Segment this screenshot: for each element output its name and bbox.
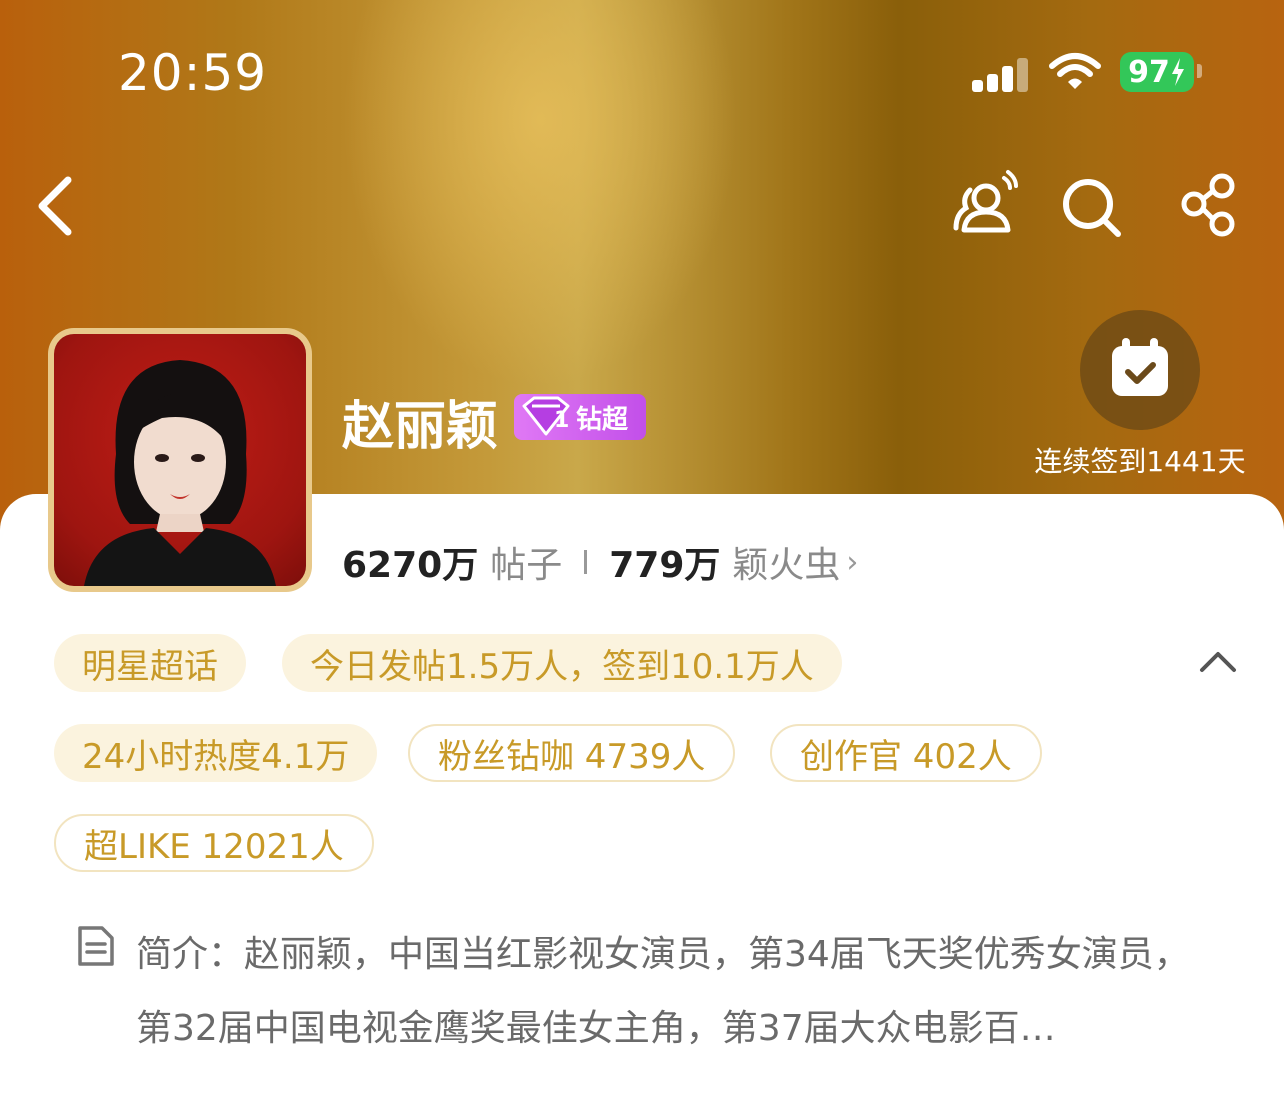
members-icon[interactable] (948, 168, 1020, 240)
posts-count: 6270万 (342, 545, 479, 586)
chip-category[interactable]: 明星超话 (54, 634, 246, 692)
posts-label: 帖子 (490, 545, 563, 586)
checkin-streak: 连续签到1441天 (1034, 445, 1246, 478)
battery-level: 97 (1128, 54, 1170, 90)
chip-today-activity[interactable]: 今日发帖1.5万人，签到10.1万人 (282, 634, 842, 692)
back-icon[interactable] (30, 170, 90, 242)
chevron-right-icon[interactable]: › (846, 545, 858, 580)
fans-count[interactable]: 779万 (609, 536, 720, 588)
avatar-image (54, 334, 306, 586)
chevron-up-icon[interactable] (1196, 644, 1240, 676)
wifi-icon (1049, 53, 1101, 89)
charging-bolt-icon (1171, 58, 1184, 86)
cellular-signal-icon (972, 56, 1032, 92)
battery-tip (1197, 64, 1202, 78)
avatar[interactable] (48, 328, 312, 592)
chip-creators[interactable]: 创作官 402人 (770, 724, 1042, 782)
status-time: 20:59 (118, 44, 268, 102)
topic-title: 赵丽颖 (342, 397, 499, 457)
stats-divider (584, 550, 588, 574)
topic-stats: 6270万 帖子 779万 颖火虫 › (342, 536, 858, 588)
fans-label[interactable]: 颖火虫 (732, 536, 840, 588)
topic-intro[interactable]: 简介：赵丽颖，中国当红影视女演员，第34届飞天奖优秀女演员，第32届中国电视金鹰… (136, 918, 1216, 1066)
chip-heat[interactable]: 24小时热度4.1万 (54, 724, 378, 782)
document-icon (78, 926, 114, 966)
badge-label: 钻超 (576, 404, 629, 435)
calendar-check-icon (1112, 338, 1168, 396)
search-icon[interactable] (1056, 168, 1128, 240)
battery-icon: 97 (1120, 52, 1194, 92)
chip-superlike[interactable]: 超LIKE 12021人 (54, 814, 374, 872)
share-icon[interactable] (1176, 168, 1248, 240)
diamond-badge[interactable]: 1 钻超 (514, 394, 646, 440)
checkin-button[interactable] (1080, 310, 1200, 430)
badge-level: 1 (554, 408, 570, 433)
chip-fans-vip[interactable]: 粉丝钻咖 4739人 (408, 724, 736, 782)
